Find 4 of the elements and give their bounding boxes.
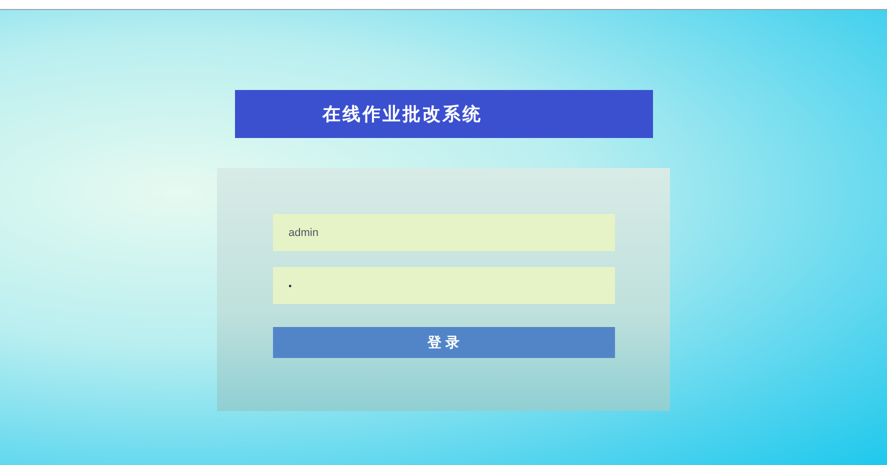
- login-button[interactable]: 登 录: [272, 327, 614, 358]
- username-field[interactable]: admin: [272, 214, 614, 251]
- password-field[interactable]: •: [272, 267, 614, 304]
- app-title: 在线作业批改系统: [322, 102, 482, 126]
